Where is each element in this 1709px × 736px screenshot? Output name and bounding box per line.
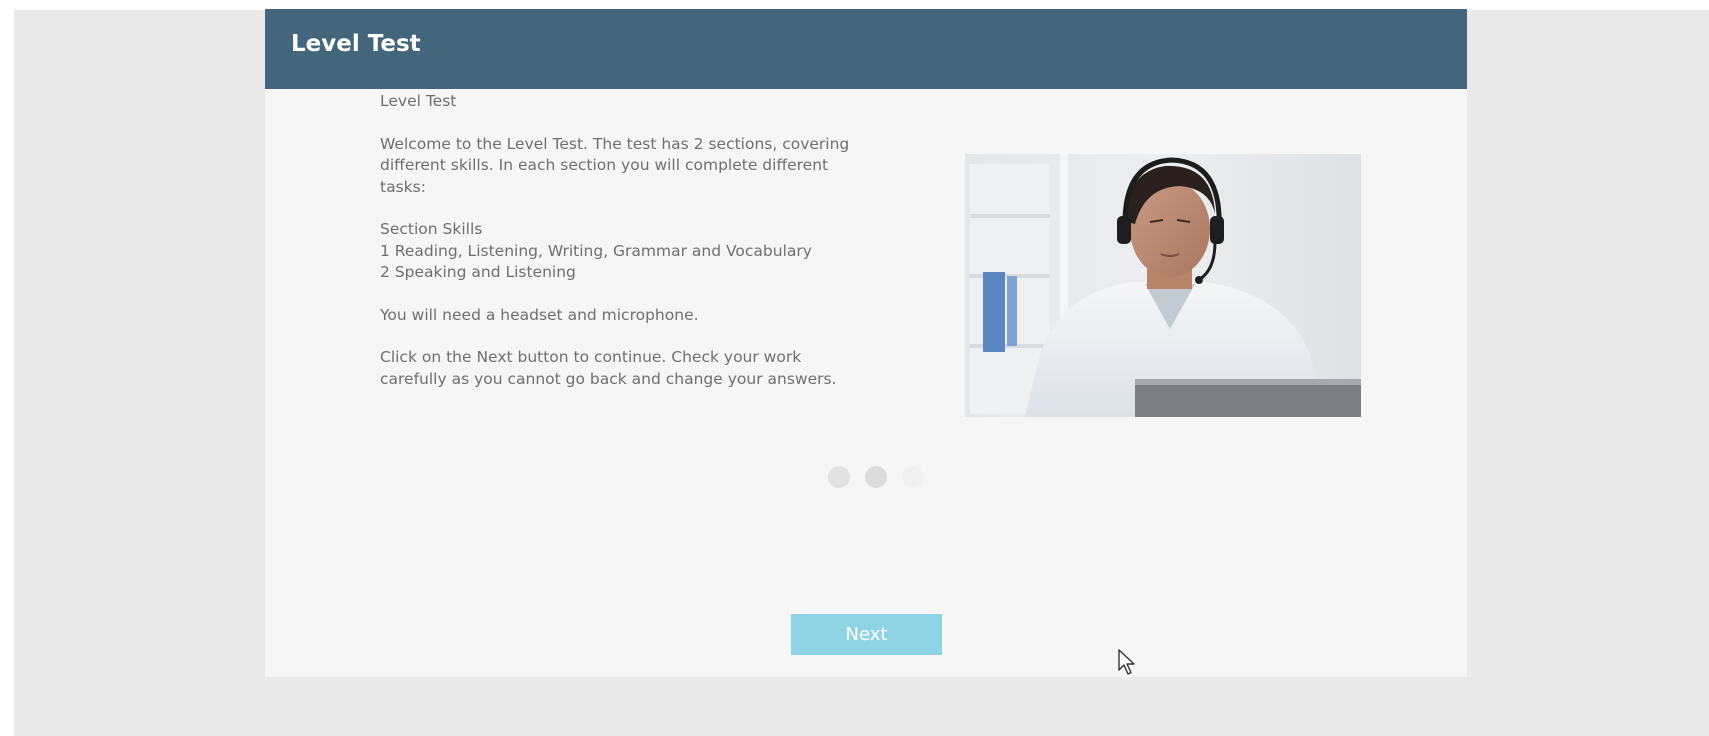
pagination-dot-2[interactable] <box>865 466 887 488</box>
pagination-dots <box>828 466 924 488</box>
panel-header: Level Test <box>265 9 1467 89</box>
sections-header: Section Skills <box>380 220 483 238</box>
instructions-text-line-1: Click on the Next button to continue. Ch… <box>380 348 802 366</box>
equipment-text: You will need a headset and microphone. <box>380 305 699 324</box>
intro-text-line-1: Welcome to the Level Test. The test has … <box>380 134 850 153</box>
content-heading: Level Test <box>380 92 457 110</box>
person-with-headset-photo <box>965 154 1361 417</box>
intro-text-line-3: tasks: <box>380 177 426 196</box>
pagination-dot-3[interactable] <box>902 466 924 488</box>
mouse-cursor-icon <box>1118 649 1135 675</box>
intro-text-line-2: different skills. In each section you wi… <box>380 156 829 174</box>
section-1-skills: 1 Reading, Listening, Writing, Grammar a… <box>380 241 812 260</box>
level-test-panel: Level Test Level Test Welcome to the Lev… <box>265 9 1467 677</box>
section-2-skills: 2 Speaking and Listening <box>380 263 576 281</box>
page-title: Level Test <box>291 31 421 57</box>
pagination-dot-1[interactable] <box>828 466 850 488</box>
instructions-content: Level Test Welcome to the Level Test. Th… <box>380 91 870 390</box>
instructions-text-line-2: carefully as you cannot go back and chan… <box>380 369 837 388</box>
next-button[interactable]: Next <box>791 614 942 655</box>
